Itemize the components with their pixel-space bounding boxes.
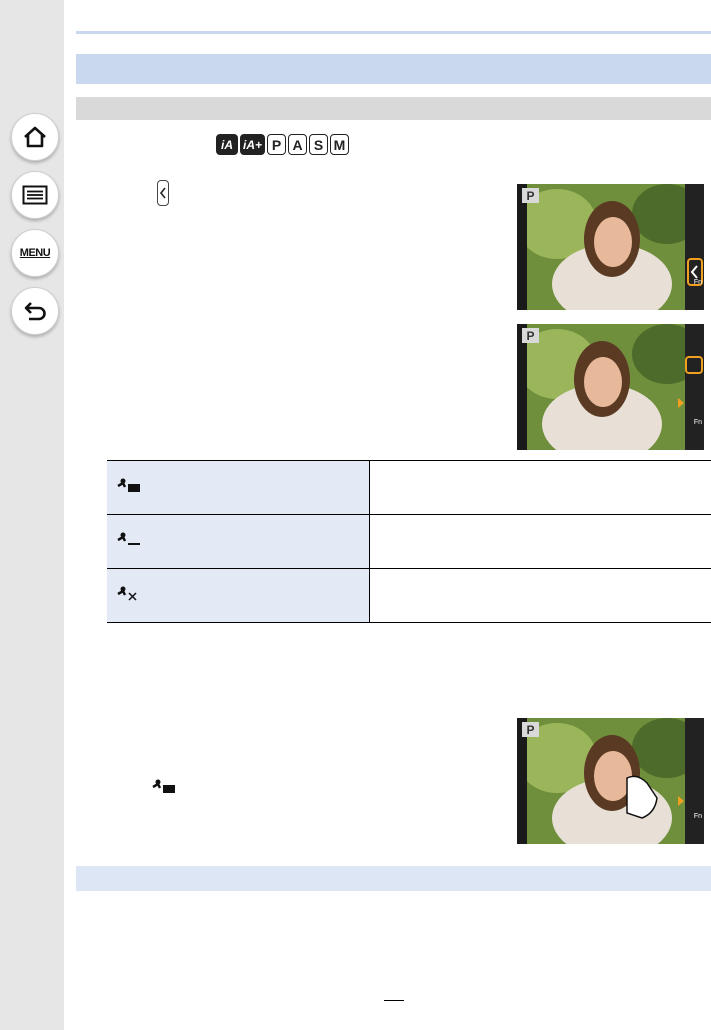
bottom-section-band [76,866,711,891]
menu-icon: MENU [19,247,51,259]
sidebar-nav: MENU [0,0,64,1030]
mode-m-icon: M [330,134,350,155]
table-row [107,460,711,515]
table-row [107,568,711,623]
home-icon [24,126,46,148]
recording-mode-icons: iA iA+ P A S M [216,134,350,155]
orange-arrow-icon [678,796,684,806]
portrait-photo [527,324,685,450]
touch-off-icon [117,586,137,601]
camera-screen-2: P Fn [517,324,704,450]
table-row [107,514,711,569]
touch-tab-strip [685,718,704,844]
mode-ia-plus-icon: iA+ [240,134,266,155]
top-rule [76,31,711,34]
fn-icon: Fn [693,419,702,426]
back-button[interactable] [11,287,59,335]
page-number-rule [384,1000,404,1001]
section-header-band [76,54,711,84]
touch-options-table [107,460,711,623]
portrait-photo [527,184,685,310]
fn-icon: Fn [693,279,702,286]
orange-arrow-icon [678,398,684,408]
touch-ae-icon [117,532,140,545]
subsection-band [76,97,711,120]
mode-indicator: P [522,188,539,203]
touch-af-highlight [685,356,703,374]
touch-tab-strip [685,324,704,450]
back-arrow-icon [24,302,46,321]
touch-af-icon [117,478,140,492]
fn-icon: Fn [693,813,702,820]
mode-ia-icon: iA [216,134,238,155]
camera-screen-1: P Fn [517,184,704,310]
menu-button[interactable]: MENU [11,229,59,277]
contents-button[interactable] [11,171,59,219]
mode-a-icon: A [288,134,308,155]
mode-indicator: P [522,722,539,737]
list-icon [22,185,48,205]
touch-tab-strip [685,184,704,310]
mode-p-icon: P [267,134,287,155]
camera-screen-3: P Fn [517,718,704,844]
touch-af-inline-icon [152,779,175,793]
mode-s-icon: S [309,134,329,155]
portrait-photo [527,718,685,844]
mode-indicator: P [522,328,539,343]
touch-tab-icon [157,180,169,206]
home-button[interactable] [11,113,59,161]
